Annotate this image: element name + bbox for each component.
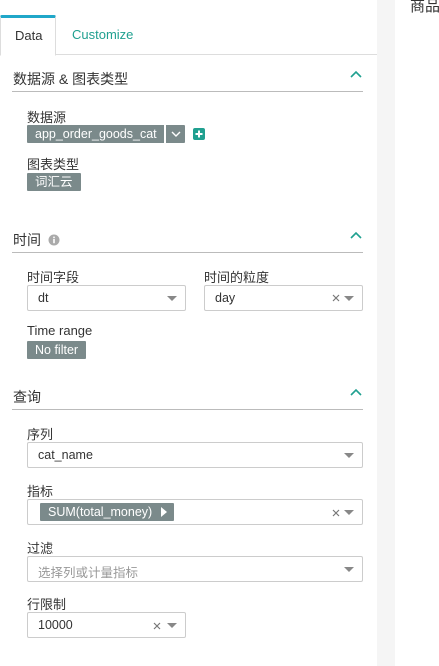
- add-datasource-icon[interactable]: [193, 128, 205, 140]
- chevron-down-icon: [171, 131, 181, 137]
- section-title-datasource: 数据源 & 图表类型: [13, 71, 129, 87]
- time-column-label: 时间字段: [27, 270, 80, 285]
- chevron-up-icon[interactable]: [349, 68, 363, 82]
- metric-select[interactable]: SUM(total_money): [27, 499, 363, 525]
- series-label: 序列: [27, 427, 54, 442]
- charttype-tag[interactable]: 词汇云: [27, 173, 81, 191]
- datasource-select[interactable]: app_order_goods_cat: [27, 125, 185, 143]
- time-column-select[interactable]: dt: [27, 285, 186, 311]
- datasource-value: app_order_goods_cat: [35, 127, 157, 141]
- metric-value: SUM(total_money): [48, 505, 153, 519]
- panel-gutter: [377, 0, 395, 666]
- time-grain-select[interactable]: day: [204, 285, 363, 311]
- chart-title: 商品: [410, 0, 439, 15]
- metric-tag[interactable]: SUM(total_money): [40, 503, 175, 521]
- time-grain-value: day: [215, 291, 236, 305]
- chevron-up-icon[interactable]: [349, 386, 363, 400]
- datasource-label: 数据源: [27, 110, 67, 125]
- section-title-query: 查询: [13, 389, 41, 405]
- tab-customize[interactable]: Customize: [58, 15, 147, 55]
- chevron-up-icon[interactable]: [349, 229, 363, 243]
- clear-icon[interactable]: [153, 622, 161, 630]
- tab-data[interactable]: Data: [0, 15, 56, 56]
- section-header-query[interactable]: 查询: [12, 382, 363, 410]
- control-panel: Data Customize 数据源 & 图表类型 数据源 app_order_…: [0, 0, 377, 666]
- time-range-tag[interactable]: No filter: [27, 341, 87, 359]
- row-limit-label: 行限制: [27, 597, 67, 612]
- filter-select[interactable]: 选择列或计量指标: [27, 556, 363, 582]
- section-header-datasource[interactable]: 数据源 & 图表类型: [12, 64, 363, 92]
- caret-down-icon: [167, 296, 177, 301]
- metric-label: 指标: [27, 484, 54, 499]
- series-value: cat_name: [38, 448, 93, 462]
- caret-down-icon: [344, 453, 354, 458]
- section-title-time-text: 时间: [13, 232, 41, 248]
- time-grain-label: 时间的粒度: [204, 270, 270, 285]
- charttype-label: 图表类型: [27, 157, 80, 172]
- section-title-time: 时间: [13, 230, 60, 250]
- tab-bar: Data Customize: [0, 15, 377, 56]
- clear-icon[interactable]: [332, 294, 340, 302]
- caret-down-icon: [344, 510, 354, 515]
- section-header-time[interactable]: 时间: [12, 225, 363, 253]
- caret-down-icon: [344, 567, 354, 572]
- clear-icon[interactable]: [332, 509, 340, 517]
- filter-label: 过滤: [27, 541, 54, 556]
- caret-down-icon: [167, 623, 177, 628]
- filter-placeholder: 选择列或计量指标: [38, 566, 139, 580]
- row-limit-select[interactable]: 10000: [27, 612, 186, 638]
- chart-canvas-area: 商品: [395, 0, 439, 666]
- caret-right-icon[interactable]: [161, 507, 168, 517]
- tag-divider: [164, 125, 166, 143]
- row-limit-value: 10000: [38, 618, 73, 632]
- time-column-value: dt: [38, 291, 49, 305]
- time-range-label: Time range: [27, 323, 93, 338]
- info-icon[interactable]: [48, 234, 60, 246]
- caret-down-icon: [344, 296, 354, 301]
- series-select[interactable]: cat_name: [27, 442, 363, 468]
